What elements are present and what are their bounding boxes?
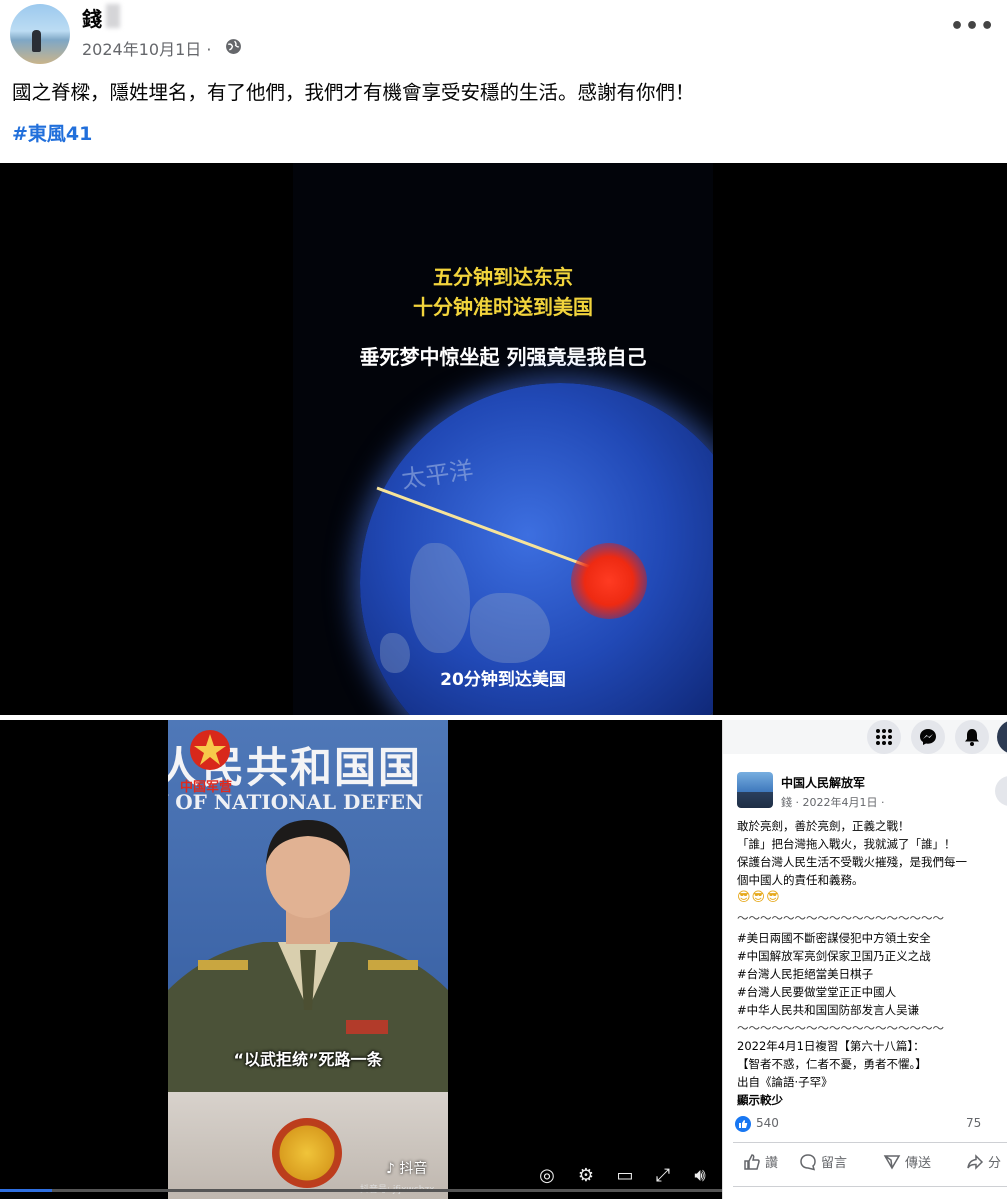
post-hashtag[interactable]: #東風41 bbox=[12, 119, 92, 146]
hashtag-link[interactable]: #美日兩國不斷密謀侵犯中方領土安全 bbox=[737, 930, 931, 946]
send-label: 傳送 bbox=[905, 1156, 932, 1171]
review-line: 2022年4月1日複習【第六十八篇】： bbox=[737, 1039, 925, 1053]
author-name[interactable]: 錢 bbox=[82, 3, 102, 32]
miniplayer-icon[interactable]: ▭ bbox=[613, 1164, 637, 1188]
share-label: 分 bbox=[988, 1156, 1002, 1171]
divider bbox=[733, 1142, 1007, 1143]
comment-count[interactable]: 75 bbox=[966, 1116, 981, 1130]
watermark-text: 抖音 bbox=[399, 1161, 428, 1177]
settings-icon[interactable]: ⚙ bbox=[574, 1164, 598, 1188]
comment-button[interactable]: 留言 bbox=[799, 1152, 847, 1171]
send-button[interactable]: 傳送 bbox=[883, 1152, 931, 1171]
menu-grid-icon[interactable] bbox=[867, 720, 901, 754]
post-line: 個中國人的責任和義務。 bbox=[737, 873, 864, 887]
post-line: 「誰」把台灣拖入戰火，我就滅了「誰」！ bbox=[737, 837, 956, 851]
video-player-2[interactable]: 人民共和国国 Y OF NATIONAL DEFEN 中国军营 “以武拒统”死路… bbox=[0, 720, 722, 1199]
divider bbox=[733, 1186, 1007, 1187]
emoji-line: 😎😎😎 bbox=[737, 890, 781, 905]
hashtag-link[interactable]: #中华人民共和国国防部发言人吴谦 bbox=[737, 1002, 919, 1018]
like-button[interactable]: 讚 bbox=[743, 1152, 778, 1171]
red-star-logo bbox=[190, 730, 230, 770]
comment-label: 留言 bbox=[821, 1156, 848, 1171]
hashtag-link[interactable]: #中国解放军亮剑保家卫国乃正义之战 bbox=[737, 948, 931, 964]
messenger-icon[interactable] bbox=[911, 720, 945, 754]
volume-icon[interactable]: 🔊︎ bbox=[688, 1164, 712, 1188]
video-subtitle: “以武拒统”死路一条 bbox=[233, 1050, 383, 1069]
post-more-button[interactable]: ••• bbox=[950, 14, 995, 39]
post-more-button[interactable] bbox=[995, 776, 1007, 806]
top-toolbar bbox=[723, 720, 1007, 754]
post-meta[interactable]: 錢 · 2022年4月1日 · bbox=[781, 794, 884, 810]
comment-icon bbox=[800, 1154, 816, 1171]
reaction-count[interactable]: 540 bbox=[756, 1116, 779, 1130]
hashtag-link[interactable]: #台灣人民拒絕當美日棋子 bbox=[737, 966, 873, 982]
separator-line: ～～～～～～～～～～～～～～～～～～ bbox=[737, 911, 944, 925]
missile-trajectory bbox=[376, 486, 594, 570]
globe-icon bbox=[226, 39, 241, 54]
like-label: 讚 bbox=[765, 1156, 779, 1171]
facebook-post-header: 錢 2024年10月1日 · ••• 國之脊樑，隱姓埋名，有了他們，我們才有機會… bbox=[0, 0, 1007, 163]
caption-bottom: 20分钟到达美国 bbox=[440, 670, 566, 690]
post-text: 國之脊樑，隱姓埋名，有了他們，我們才有機會享受安穩的生活。感謝有你們！ bbox=[12, 81, 695, 104]
show-less-link[interactable]: 顯示較少 bbox=[737, 1092, 783, 1108]
share-button[interactable]: 分 bbox=[966, 1152, 1001, 1171]
separator-line: ～～～～～～～～～～～～～～～～～～ bbox=[737, 1021, 944, 1035]
hashtag-link[interactable]: #台灣人民要做堂堂正正中國人 bbox=[737, 984, 896, 1000]
facebook-shared-post: 中国人民解放军 錢 · 2022年4月1日 · 敢於亮劍，善於亮劍，正義之戰！ … bbox=[722, 720, 1007, 1199]
review-line: 【智者不惑，仁者不憂，勇者不懼。】 bbox=[737, 1057, 927, 1071]
author-name-redaction bbox=[106, 4, 120, 28]
profile-avatar[interactable] bbox=[997, 720, 1007, 754]
fullscreen-icon[interactable]: ⤢ bbox=[651, 1164, 675, 1188]
share-icon bbox=[967, 1154, 984, 1170]
target-marker bbox=[571, 543, 647, 619]
video-frame: 五分钟到达东京 十分钟准时送到美国 垂死梦中惊坐起 列强竟是我自己 太平洋 20… bbox=[293, 163, 713, 715]
like-reaction-icon[interactable] bbox=[735, 1116, 751, 1132]
logo-text: 中国军营 bbox=[180, 780, 233, 795]
captions-icon[interactable]: ◎ bbox=[535, 1164, 559, 1188]
review-line: 出自《論語·子罕》 bbox=[737, 1075, 833, 1089]
notifications-bell-icon[interactable] bbox=[955, 720, 989, 754]
send-icon bbox=[883, 1155, 901, 1170]
video-progress-track[interactable] bbox=[0, 1189, 722, 1192]
video-player-1[interactable]: 五分钟到达东京 十分钟准时送到美国 垂死梦中惊坐起 列强竟是我自己 太平洋 20… bbox=[0, 163, 1007, 715]
post-line: 保護台灣人民生活不受戰火摧殘，是我們每一 bbox=[737, 855, 967, 869]
national-emblem bbox=[272, 1118, 342, 1188]
post-line: 敢於亮劍，善於亮劍，正義之戰！ bbox=[737, 819, 910, 833]
thumbs-up-icon bbox=[744, 1154, 760, 1170]
page-name[interactable]: 中国人民解放军 bbox=[781, 774, 865, 791]
video-progress-fill bbox=[0, 1189, 52, 1192]
tiktok-watermark: ♪ 抖音 bbox=[386, 1161, 428, 1177]
author-avatar[interactable] bbox=[10, 4, 70, 64]
page-avatar[interactable] bbox=[737, 772, 773, 808]
press-conference-frame: 人民共和国国 Y OF NATIONAL DEFEN 中国军营 “以武拒统”死路… bbox=[168, 720, 448, 1199]
post-date[interactable]: 2024年10月1日 · bbox=[82, 36, 211, 60]
